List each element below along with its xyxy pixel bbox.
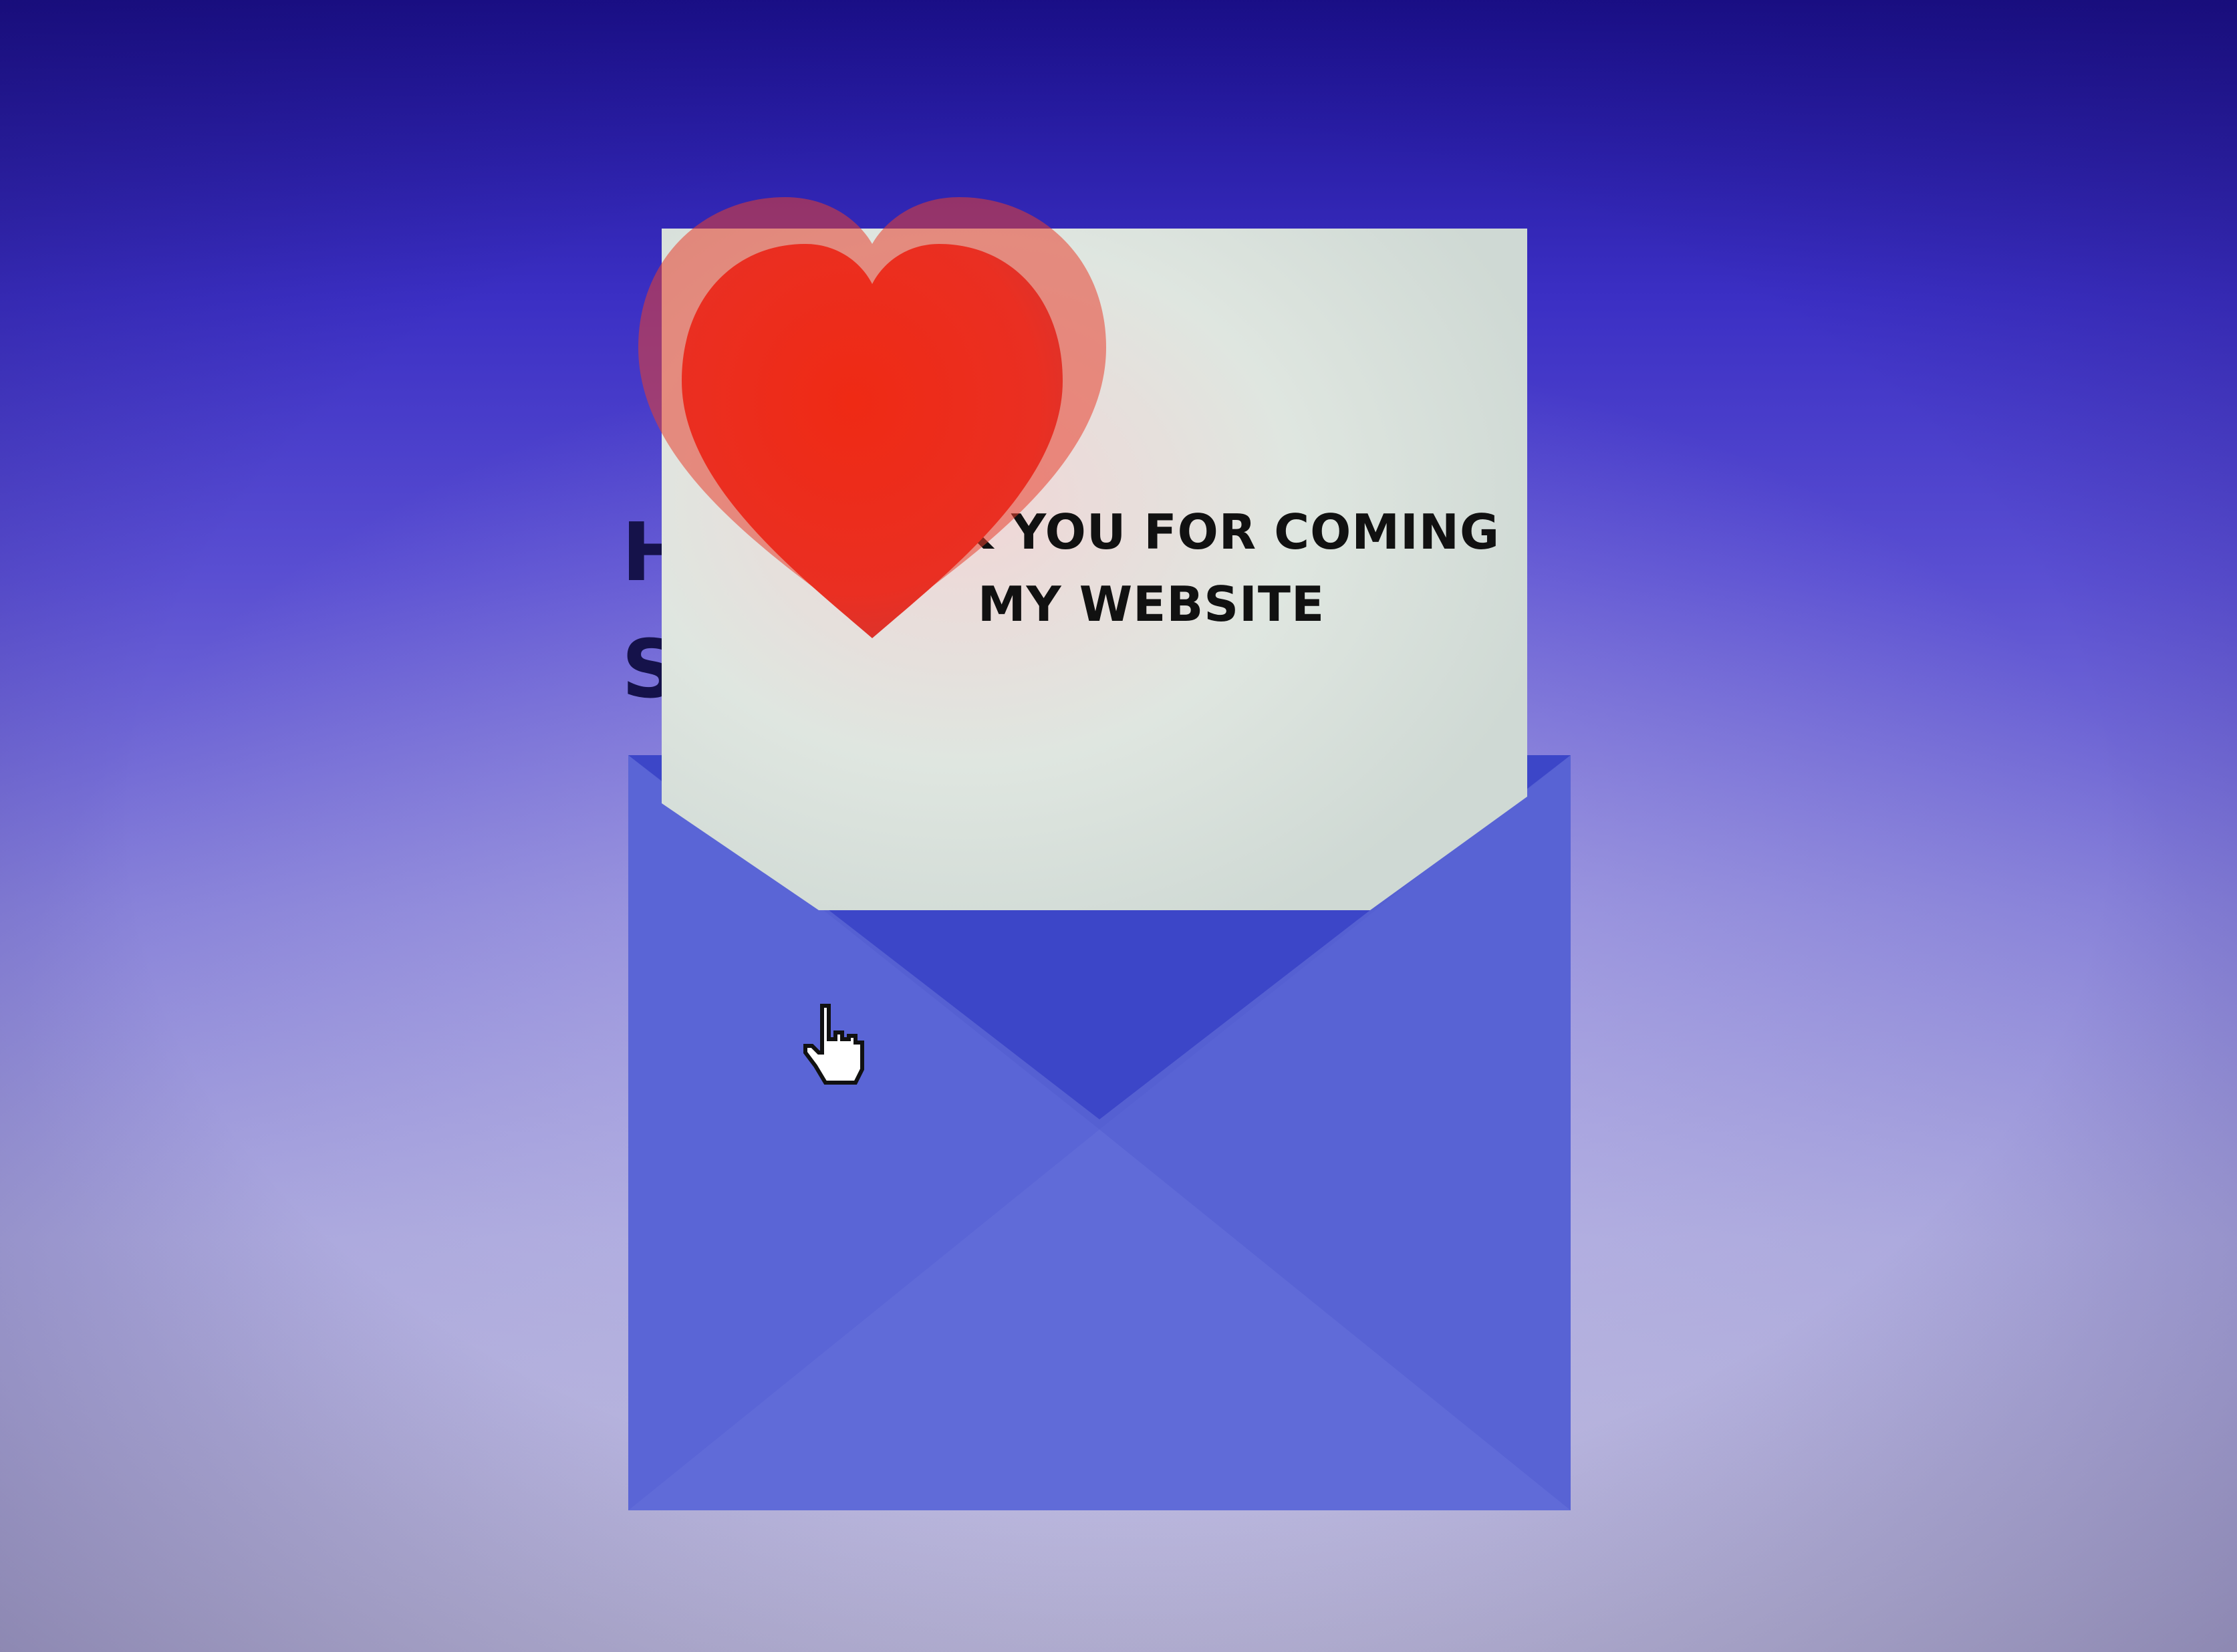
hand-pointer-icon <box>799 1002 872 1093</box>
heart-icon[interactable] <box>618 190 1126 645</box>
